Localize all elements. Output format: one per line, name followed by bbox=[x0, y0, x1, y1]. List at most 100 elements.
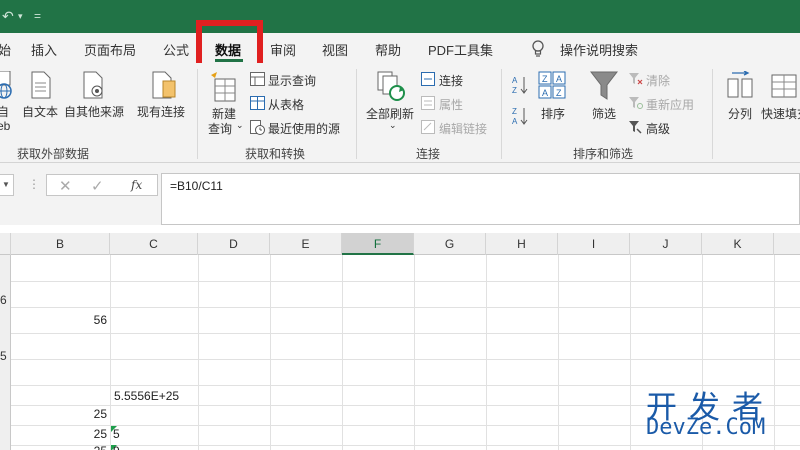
tab-insert[interactable]: 插入 bbox=[31, 40, 57, 59]
cell-a-partial[interactable]: 5 bbox=[0, 349, 7, 363]
gridline bbox=[558, 255, 559, 450]
recent-sources-icon bbox=[250, 120, 265, 138]
gridline bbox=[11, 333, 800, 334]
enter-check-icon[interactable]: ✓ bbox=[91, 177, 104, 195]
show-queries-button[interactable]: 显示查询 bbox=[268, 72, 316, 89]
cell-c-value[interactable]: 5 bbox=[113, 427, 120, 441]
tab-page-layout[interactable]: 页面布局 bbox=[84, 40, 136, 59]
connections-icon bbox=[421, 72, 435, 89]
gridline bbox=[11, 281, 800, 282]
name-box-dropdown-icon[interactable]: ▼ bbox=[2, 180, 10, 189]
gridline bbox=[11, 307, 800, 308]
ribbon-data: 自 eb 自文本 自其他来源 现有连接 获取外部数据 新建 查询 ⌄ 显示查询 … bbox=[0, 63, 800, 163]
cell-a-partial[interactable]: 6 bbox=[0, 293, 7, 307]
svg-text:A: A bbox=[512, 76, 518, 85]
column-header-i[interactable]: I bbox=[558, 233, 630, 255]
new-query-label-2[interactable]: 查询 bbox=[208, 120, 232, 137]
advanced-filter-button[interactable]: 高级 bbox=[646, 120, 670, 137]
column-header-b[interactable]: B bbox=[11, 233, 110, 255]
properties-icon bbox=[421, 96, 435, 113]
undo-icon[interactable]: ↶ bbox=[2, 8, 14, 25]
cell-c-value[interactable]: 9 bbox=[113, 444, 120, 450]
existing-connections-icon bbox=[151, 71, 177, 102]
other-sources-icon bbox=[82, 71, 106, 102]
filter-button[interactable]: 筛选 bbox=[592, 105, 616, 122]
column-header-f[interactable]: F bbox=[342, 233, 414, 255]
formula-bar-area: ▼ ⋮ ✕ ✓ fx =B10/C11 bbox=[0, 163, 800, 225]
sort-za-icon[interactable]: ZA bbox=[512, 106, 528, 129]
group-label-get-transform: 获取和转换 bbox=[245, 147, 306, 161]
flash-fill-button[interactable]: 快速填充 bbox=[761, 105, 800, 122]
svg-text:Z: Z bbox=[512, 86, 517, 95]
insert-function-button[interactable]: fx bbox=[131, 178, 142, 192]
edit-links-icon bbox=[421, 120, 435, 137]
from-table-button[interactable]: 从表格 bbox=[268, 96, 304, 113]
tab-help[interactable]: 帮助 bbox=[375, 40, 401, 59]
advanced-filter-icon bbox=[628, 120, 643, 137]
column-header-d[interactable]: D bbox=[198, 233, 270, 255]
tell-me-search[interactable]: 操作说明搜索 bbox=[560, 40, 638, 59]
gridline bbox=[342, 255, 343, 450]
edit-links-button[interactable]: 编辑链接 bbox=[439, 120, 487, 137]
svg-text:Z: Z bbox=[542, 74, 548, 84]
column-header-row: B C D E F G H I J K bbox=[0, 233, 800, 255]
gridline bbox=[486, 255, 487, 450]
clear-filter-button[interactable]: 清除 bbox=[646, 72, 670, 89]
new-query-icon bbox=[209, 71, 237, 106]
text-to-columns-icon bbox=[726, 70, 754, 102]
gridline bbox=[414, 255, 415, 450]
group-label-sort-filter: 排序和筛选 bbox=[573, 147, 634, 161]
cell-b-value[interactable]: 56 bbox=[60, 313, 107, 327]
quick-access-customize-icon[interactable]: = bbox=[34, 9, 41, 23]
sort-az-icon[interactable]: AZ bbox=[512, 75, 528, 98]
reapply-filter-button[interactable]: 重新应用 bbox=[646, 96, 694, 113]
from-web-label-1[interactable]: 自 bbox=[0, 103, 9, 120]
column-header-c[interactable]: C bbox=[110, 233, 198, 255]
formula-input[interactable]: =B10/C11 bbox=[161, 173, 800, 225]
new-query-dropdown-icon[interactable]: ⌄ bbox=[236, 120, 244, 131]
gridline bbox=[198, 255, 199, 450]
properties-button[interactable]: 属性 bbox=[439, 96, 463, 113]
column-header-partial[interactable] bbox=[774, 233, 800, 255]
gridline bbox=[270, 255, 271, 450]
text-to-columns-button[interactable]: 分列 bbox=[728, 105, 752, 122]
tab-review[interactable]: 审阅 bbox=[270, 40, 296, 59]
column-header-e[interactable]: E bbox=[270, 233, 342, 255]
ribbon-separator bbox=[501, 69, 502, 159]
tab-formulas[interactable]: 公式 bbox=[163, 40, 189, 59]
tab-home[interactable]: 始 bbox=[0, 40, 11, 59]
formula-bar-splitter[interactable]: ⋮ bbox=[28, 177, 40, 191]
cell-b-value[interactable]: 25 bbox=[60, 444, 107, 450]
svg-text:Z: Z bbox=[512, 107, 517, 116]
column-header-g[interactable]: G bbox=[414, 233, 486, 255]
connections-button[interactable]: 连接 bbox=[439, 72, 463, 89]
refresh-all-dropdown-icon[interactable]: ⌄ bbox=[389, 120, 397, 131]
from-other-sources-button[interactable]: 自其他来源 bbox=[64, 103, 124, 120]
tab-view[interactable]: 视图 bbox=[322, 40, 348, 59]
existing-connections-button[interactable]: 现有连接 bbox=[137, 103, 185, 120]
clear-filter-icon bbox=[628, 72, 643, 89]
cell-b-value[interactable]: 25 bbox=[60, 427, 107, 441]
cell-c-value[interactable]: 5.5556E+25 bbox=[114, 389, 179, 403]
ribbon-separator bbox=[197, 69, 198, 159]
column-header-k[interactable]: K bbox=[702, 233, 774, 255]
cancel-icon[interactable]: ✕ bbox=[59, 177, 72, 195]
from-table-icon bbox=[250, 96, 265, 113]
ribbon-tabs: 始 插入 页面布局 公式 数据 审阅 视图 帮助 PDF工具集 操作说明搜索 bbox=[0, 33, 800, 63]
select-all-corner[interactable] bbox=[0, 233, 11, 255]
from-web-label-2[interactable]: eb bbox=[0, 119, 10, 133]
gridline bbox=[110, 255, 111, 450]
title-bar: ↶ ▾ = bbox=[0, 0, 800, 33]
gridline bbox=[11, 445, 800, 446]
from-text-button[interactable]: 自文本 bbox=[22, 103, 58, 120]
sort-button[interactable]: 排序 bbox=[541, 105, 565, 122]
column-header-h[interactable]: H bbox=[486, 233, 558, 255]
svg-text:A: A bbox=[512, 117, 518, 126]
tab-pdf-tools[interactable]: PDF工具集 bbox=[428, 40, 493, 59]
text-file-icon bbox=[30, 71, 52, 102]
ribbon-separator bbox=[356, 69, 357, 159]
column-header-j[interactable]: J bbox=[630, 233, 702, 255]
undo-dropdown-icon[interactable]: ▾ bbox=[18, 11, 23, 22]
recent-sources-button[interactable]: 最近使用的源 bbox=[268, 120, 340, 137]
cell-b-value[interactable]: 25 bbox=[60, 407, 107, 421]
